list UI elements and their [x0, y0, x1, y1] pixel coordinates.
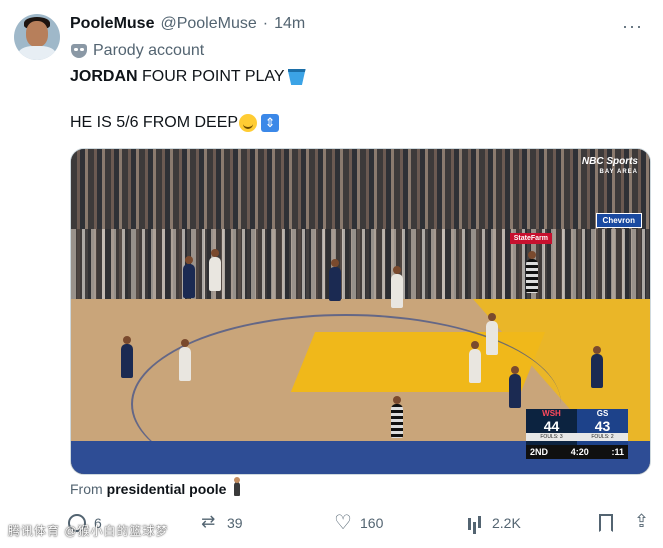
- parody-label: Parody account: [71, 42, 204, 60]
- from-label: From: [70, 481, 103, 497]
- from-source-link[interactable]: presidential poole: [107, 481, 227, 497]
- like-button[interactable]: 160: [334, 510, 384, 535]
- tweet-media-video[interactable]: NBC Sports BAY AREA Chevron StateFarm WS…: [70, 148, 651, 475]
- retweet-icon: [201, 512, 219, 532]
- broadcast-sub-text: BAY AREA: [599, 169, 638, 175]
- away-fouls: FOULS: 2: [577, 433, 628, 441]
- up-down-arrow-icon: ⇕: [261, 114, 280, 132]
- smile-icon: [239, 114, 258, 132]
- bookmark-icon: [599, 514, 613, 532]
- chevron-sign: Chevron: [595, 213, 642, 228]
- broadcast-logo-text: NBC Sports: [581, 156, 638, 167]
- player: [121, 336, 133, 378]
- scoreboard-away: GS 43 FOULS: 2: [577, 409, 628, 445]
- display-name[interactable]: PooleMuse: [70, 15, 154, 33]
- person-icon: [234, 477, 241, 496]
- tweet-text-line2-text: HE IS 5/6 FROM DEEP: [70, 114, 239, 131]
- shot-clock: :11: [611, 447, 624, 457]
- referee: [391, 396, 403, 438]
- tweet-text-line2: HE IS 5/6 FROM DEEP ⇕: [70, 114, 280, 132]
- bookmark-button[interactable]: [599, 514, 613, 532]
- player: [486, 313, 498, 355]
- scoreboard: WSH 44 FOULS: 3 GS 43 FOULS: 2 2ND 4:20 …: [526, 409, 628, 461]
- player: [179, 339, 191, 381]
- home-fouls: FOULS: 3: [526, 433, 577, 441]
- more-icon[interactable]: ···: [622, 16, 643, 37]
- scoreboard-clock-row: 2ND 4:20 :11: [526, 445, 628, 459]
- retweet-count: 39: [227, 515, 243, 531]
- views-button[interactable]: 2.2K: [466, 514, 521, 532]
- like-count: 160: [360, 515, 384, 531]
- crowd-lower-background: [71, 229, 650, 309]
- tweet-header: PooleMuse @PooleMuse · 14m: [70, 15, 305, 33]
- player: [329, 259, 341, 301]
- avatar-shirt: [18, 46, 56, 60]
- referee: [526, 251, 538, 293]
- tweet-text-rest: FOUR POINT PLAY: [137, 68, 285, 85]
- retweet-button[interactable]: 39: [201, 512, 243, 532]
- nbc-sports-logo: NBC Sports BAY AREA: [582, 157, 638, 177]
- avatar[interactable]: [14, 14, 60, 60]
- tweet-text-line1: JORDAN FOUR POINT PLAY: [70, 68, 306, 86]
- player: [209, 249, 221, 291]
- separator-dot: ·: [262, 15, 269, 32]
- share-icon: [633, 511, 651, 532]
- away-score: 43: [594, 418, 611, 434]
- home-score: 44: [543, 418, 560, 434]
- player: [183, 256, 195, 298]
- scoreboard-home: WSH 44 FOULS: 3: [526, 409, 577, 445]
- mask-icon: [71, 44, 87, 58]
- share-button[interactable]: [633, 511, 651, 532]
- user-handle[interactable]: @PooleMuse: [160, 15, 256, 33]
- player: [469, 341, 481, 383]
- quarter: 2ND: [530, 447, 549, 457]
- player: [391, 266, 403, 308]
- player: [591, 346, 603, 388]
- views-icon: [466, 514, 484, 532]
- statefarm-sign: StateFarm: [509, 233, 552, 244]
- heart-icon: [334, 510, 352, 535]
- bucket-icon: [287, 69, 306, 85]
- player: [509, 366, 521, 408]
- views-count: 2.2K: [492, 515, 521, 531]
- from-attribution: From presidential poole: [70, 477, 241, 497]
- avatar-face: [26, 21, 48, 47]
- watermark-text: 腾讯体育 @猴小白的篮球梦: [8, 524, 169, 538]
- parody-text: Parody account: [93, 42, 205, 59]
- game-clock: 4:20: [570, 447, 589, 457]
- timestamp[interactable]: 14m: [274, 15, 305, 33]
- tweet-text-bold: JORDAN: [70, 68, 138, 85]
